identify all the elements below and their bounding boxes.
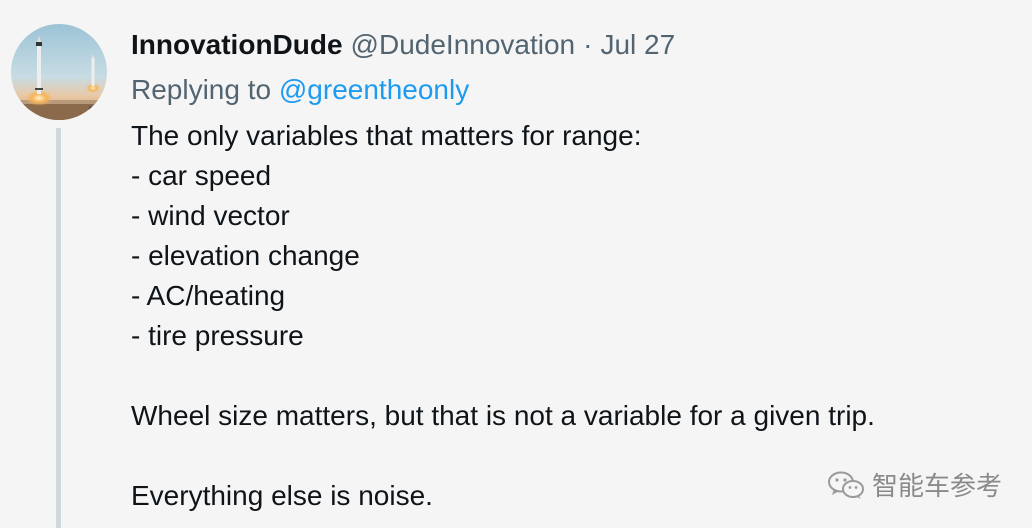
thread-line — [56, 128, 61, 528]
tweet-paragraph: Wheel size matters, but that is not a va… — [131, 400, 875, 431]
tweet-text: The only variables that matters for rang… — [131, 116, 875, 516]
tweet[interactable]: InnovationDude @DudeInnovation · Jul 27 … — [0, 0, 1032, 528]
mention-link[interactable]: @greentheonly — [279, 74, 469, 105]
rocket-landing-avatar-icon — [11, 24, 107, 120]
watermark-text: 智能车参考 — [872, 472, 1003, 502]
replying-to: Replying to @greentheonly — [131, 72, 469, 108]
tweet-text-line: - elevation change — [131, 240, 360, 271]
tweet-text-line: - wind vector — [131, 200, 290, 231]
watermark: 智能车参考 — [826, 466, 1002, 503]
separator-dot: · — [583, 29, 593, 60]
tweet-text-line: - AC/heating — [131, 280, 286, 311]
avatar[interactable] — [11, 24, 107, 120]
user-handle[interactable]: @DudeInnovation — [351, 27, 576, 63]
tweet-date[interactable]: Jul 27 — [600, 27, 675, 63]
tweet-text-line: - car speed — [131, 160, 272, 191]
display-name[interactable]: InnovationDude — [131, 27, 343, 63]
tweet-header: InnovationDude @DudeInnovation · Jul 27 — [131, 27, 675, 63]
tweet-paragraph: Everything else is noise. — [131, 480, 433, 511]
wechat-icon — [828, 471, 864, 499]
tweet-text-line: The only variables that matters for rang… — [131, 120, 642, 151]
replying-to-label: Replying to — [131, 74, 272, 105]
tweet-text-line: - tire pressure — [131, 320, 304, 351]
